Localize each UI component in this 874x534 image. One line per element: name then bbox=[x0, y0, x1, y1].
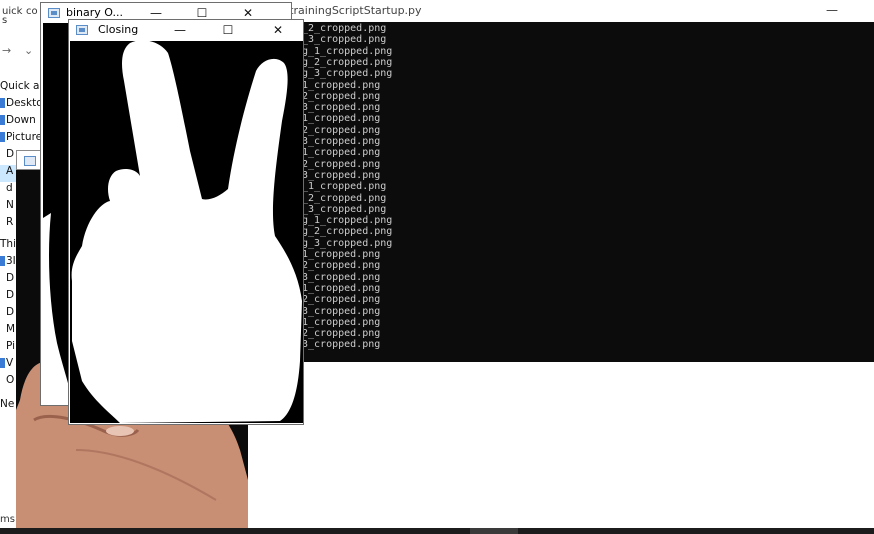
sidebar-item-n[interactable]: N bbox=[0, 199, 14, 216]
console-line: 3_cropped.png bbox=[302, 102, 381, 114]
sidebar-item-d3[interactable]: D bbox=[0, 272, 14, 289]
sidebar-item-network[interactable]: Ne bbox=[0, 398, 14, 415]
console-line: g_3_cropped.png bbox=[302, 68, 393, 80]
console-line: _3_cropped.png bbox=[302, 203, 387, 215]
download-icon bbox=[0, 115, 5, 125]
sidebar-item-d[interactable]: D bbox=[0, 148, 14, 165]
console-line: 1_cropped.png bbox=[302, 79, 381, 91]
console-line: 2_cropped.png bbox=[302, 260, 381, 272]
chevron-down-icon[interactable]: ⌄ bbox=[24, 44, 33, 57]
sidebar-item-music[interactable]: M bbox=[0, 323, 15, 340]
ribbon-fragment: s bbox=[2, 15, 8, 26]
console-line: g_3_cropped.png bbox=[302, 237, 393, 249]
console-line: 1_cropped.png bbox=[302, 113, 381, 125]
console-line: 1_cropped.png bbox=[302, 249, 381, 260]
sidebar-item-downloads[interactable]: Down bbox=[0, 114, 36, 131]
explorer-nav-arrows[interactable]: → ⌄ bbox=[0, 44, 40, 64]
console-line: 3_cropped.png bbox=[302, 136, 381, 147]
console-line: 3_cropped.png bbox=[302, 305, 381, 317]
console-line: _3_cropped.png bbox=[302, 34, 387, 46]
closing-hand-mask bbox=[71, 41, 302, 423]
sidebar-item-this-pc[interactable]: Thi bbox=[0, 238, 16, 255]
console-line: 3_cropped.png bbox=[302, 271, 381, 283]
console-line: 1_cropped.png bbox=[302, 316, 381, 328]
console-line: g_1_cropped.png bbox=[302, 215, 393, 227]
pictures-icon bbox=[0, 132, 5, 142]
sidebar-item-pictures[interactable]: Picture bbox=[0, 131, 42, 148]
app-window-icon bbox=[76, 25, 88, 35]
minimize-icon[interactable]: — bbox=[157, 20, 203, 40]
sidebar-item-r[interactable]: R bbox=[0, 216, 13, 233]
ribbon-copy[interactable]: co bbox=[26, 6, 38, 17]
cube-icon bbox=[0, 256, 5, 266]
console-title: on_trainingScriptStartup.py bbox=[270, 4, 422, 17]
forward-arrow-icon[interactable]: → bbox=[2, 44, 11, 57]
sidebar-item-d5[interactable]: D bbox=[0, 306, 14, 323]
console-line: 2_cropped.png bbox=[302, 294, 381, 306]
minimize-icon[interactable]: — bbox=[826, 3, 838, 17]
closing-window-title: Closing bbox=[98, 23, 139, 36]
closing-window[interactable]: Closing — ☐ ✕ bbox=[68, 19, 304, 425]
video-icon bbox=[0, 358, 5, 368]
sidebar-item-os[interactable]: O bbox=[0, 374, 14, 391]
console-line: 2_cropped.png bbox=[302, 124, 381, 136]
console-title-bar[interactable]: on_trainingScriptStartup.py — bbox=[270, 0, 874, 22]
taskbar[interactable] bbox=[0, 528, 874, 534]
console-line: 3_cropped.png bbox=[302, 169, 381, 181]
console-line: 3_cropped.png bbox=[302, 339, 381, 351]
console-line: _2_cropped.png bbox=[302, 192, 387, 204]
sidebar-item-d2[interactable]: d bbox=[0, 182, 13, 199]
console-line: _2_cropped.png bbox=[302, 23, 387, 34]
folder-icon bbox=[0, 98, 5, 108]
binary-window-title: binary O... bbox=[66, 6, 123, 19]
sidebar-item-3d-objects[interactable]: 3I bbox=[0, 255, 16, 272]
maximize-icon[interactable]: ☐ bbox=[205, 20, 251, 40]
close-icon[interactable]: ✕ bbox=[255, 20, 301, 40]
console-output[interactable]: _2_cropped.png _3_cropped.png g_1_cropped.… bbox=[300, 22, 874, 362]
console-line: g_2_cropped.png bbox=[302, 56, 393, 68]
console-line: 2_cropped.png bbox=[302, 90, 381, 102]
console-line: g_2_cropped.png bbox=[302, 226, 393, 238]
sidebar-item-desktop[interactable]: Deskto bbox=[0, 97, 43, 114]
console-line: g_1_cropped.png bbox=[302, 45, 393, 57]
sidebar-item-pictures-2[interactable]: Pi bbox=[0, 340, 15, 357]
sidebar-item-videos[interactable]: V bbox=[0, 357, 13, 374]
app-window-icon bbox=[48, 8, 60, 18]
taskbar-active-item[interactable] bbox=[470, 528, 518, 534]
console-line: 2_cropped.png bbox=[302, 158, 381, 170]
sidebar-item-quick-access[interactable]: Quick a bbox=[0, 80, 39, 97]
sidebar-item-d4[interactable]: D bbox=[0, 289, 14, 306]
console-line: 2_cropped.png bbox=[302, 328, 381, 340]
closing-title-bar[interactable]: Closing — ☐ ✕ bbox=[69, 20, 303, 40]
app-window-icon bbox=[24, 156, 36, 166]
console-line: _1_cropped.png bbox=[302, 181, 387, 193]
console-line: 1_cropped.png bbox=[302, 147, 381, 159]
explorer-status-bar: ms bbox=[0, 514, 15, 525]
closing-mask-canvas bbox=[70, 41, 303, 423]
console-line: 1_cropped.png bbox=[302, 282, 381, 294]
